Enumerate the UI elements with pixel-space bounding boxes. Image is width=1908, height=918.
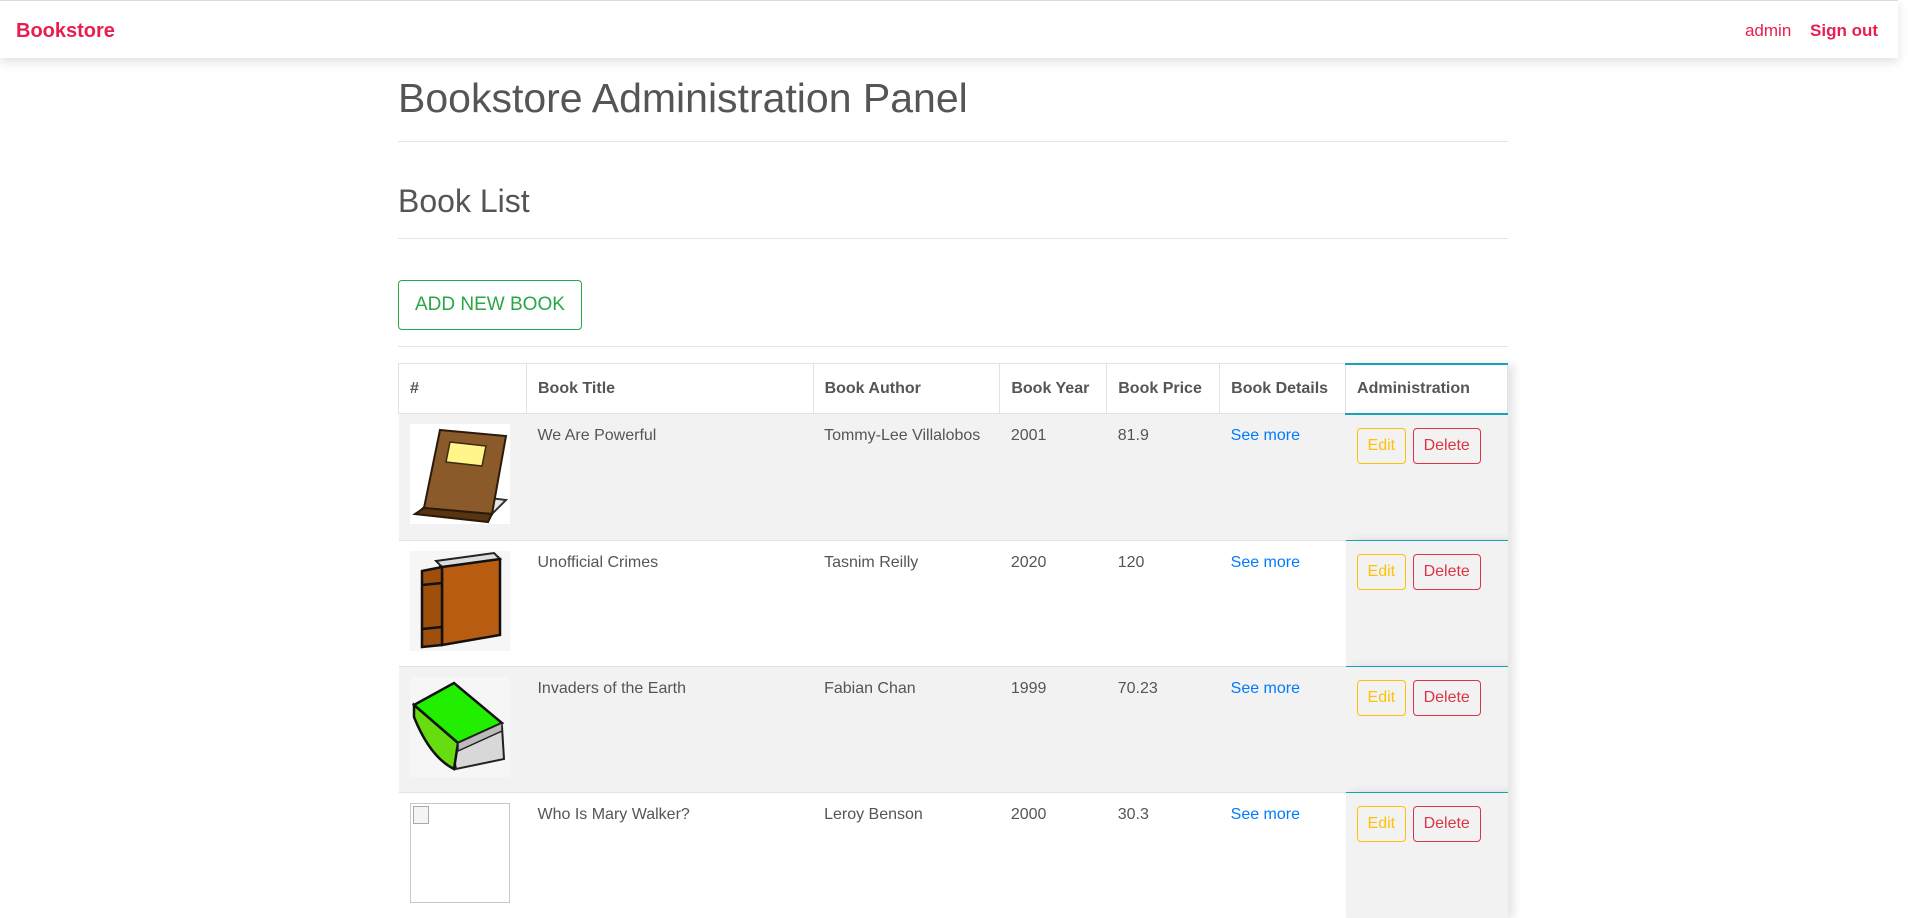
book-price: 120 — [1106, 539, 1220, 667]
delete-button[interactable]: Delete — [1412, 553, 1481, 590]
admin-cell: Edit Delete — [1345, 539, 1508, 667]
delete-button[interactable]: Delete — [1412, 427, 1481, 464]
nav-right: admin Sign out — [1745, 21, 1878, 41]
admin-cell: Edit Delete — [1345, 791, 1508, 918]
see-more-link[interactable]: See more — [1231, 680, 1300, 697]
see-more-link[interactable]: See more — [1231, 806, 1300, 823]
book-title: Who Is Mary Walker? — [526, 791, 814, 918]
delete-button[interactable]: Delete — [1412, 805, 1481, 842]
brown-book-with-label-icon — [409, 424, 510, 525]
divider — [398, 345, 1508, 347]
cover-cell — [398, 665, 527, 793]
details-cell: See more — [1219, 413, 1346, 541]
column-header-year: Book Year — [999, 363, 1108, 415]
book-year: 2020 — [999, 539, 1107, 667]
see-more-link[interactable]: See more — [1231, 427, 1300, 444]
book-price: 30.3 — [1106, 791, 1220, 918]
cover-cell — [398, 413, 527, 541]
add-new-book-button[interactable]: ADD NEW BOOK — [398, 279, 582, 330]
details-cell: See more — [1219, 791, 1346, 918]
book-author: Tommy-Lee Villalobos — [813, 413, 1000, 541]
broken-image-icon — [409, 802, 510, 903]
book-table: # Book Title Book Author Book Year Book … — [398, 362, 1508, 918]
table-row: Invaders of the Earth Fabian Chan 1999 7… — [398, 665, 1508, 793]
edit-button[interactable]: Edit — [1356, 679, 1407, 716]
column-header-details: Book Details — [1219, 363, 1347, 415]
book-price: 70.23 — [1106, 665, 1220, 793]
delete-button[interactable]: Delete — [1412, 679, 1481, 716]
divider — [398, 141, 1508, 143]
book-title: We Are Powerful — [526, 413, 814, 541]
table-row: We Are Powerful Tommy-Lee Villalobos 200… — [398, 413, 1508, 541]
divider — [398, 237, 1508, 239]
book-title: Unofficial Crimes — [526, 539, 814, 667]
column-header-administration: Administration — [1345, 362, 1508, 415]
cover-cell — [398, 539, 527, 667]
details-cell: See more — [1219, 539, 1346, 667]
edit-button[interactable]: Edit — [1356, 805, 1407, 842]
book-author: Leroy Benson — [813, 791, 1000, 918]
edit-button[interactable]: Edit — [1356, 553, 1407, 590]
orange-hardcover-book-icon — [409, 550, 510, 651]
green-book-icon — [409, 676, 510, 777]
edit-button[interactable]: Edit — [1356, 427, 1407, 464]
table-header-row: # Book Title Book Author Book Year Book … — [398, 362, 1508, 415]
page-title: Bookstore Administration Panel — [398, 75, 968, 121]
column-header-author: Book Author — [812, 363, 1001, 415]
column-header-number: # — [398, 363, 527, 415]
book-author: Tasnim Reilly — [813, 539, 1000, 667]
table-row: Who Is Mary Walker? Leroy Benson 2000 30… — [398, 791, 1508, 918]
see-more-link[interactable]: See more — [1231, 554, 1300, 571]
column-header-price: Book Price — [1106, 363, 1221, 415]
cover-cell — [398, 791, 527, 918]
book-year: 2001 — [999, 413, 1107, 541]
details-cell: See more — [1219, 665, 1346, 793]
book-year: 1999 — [999, 665, 1107, 793]
table-row: Unofficial Crimes Tasnim Reilly 2020 120… — [398, 539, 1508, 667]
section-title: Book List — [398, 183, 530, 220]
brand-link[interactable]: Bookstore — [16, 20, 115, 43]
user-name-link[interactable]: admin — [1745, 21, 1791, 40]
book-price: 81.9 — [1106, 413, 1220, 541]
book-title: Invaders of the Earth — [526, 665, 814, 793]
column-header-title: Book Title — [525, 363, 814, 415]
sign-out-link[interactable]: Sign out — [1810, 21, 1878, 40]
book-author: Fabian Chan — [813, 665, 1000, 793]
top-navbar: Bookstore admin Sign out — [0, 0, 1898, 58]
book-year: 2000 — [999, 791, 1107, 918]
admin-cell: Edit Delete — [1345, 413, 1508, 541]
main-container: Bookstore Administration Panel Book List… — [398, 57, 1508, 918]
admin-cell: Edit Delete — [1345, 665, 1508, 793]
